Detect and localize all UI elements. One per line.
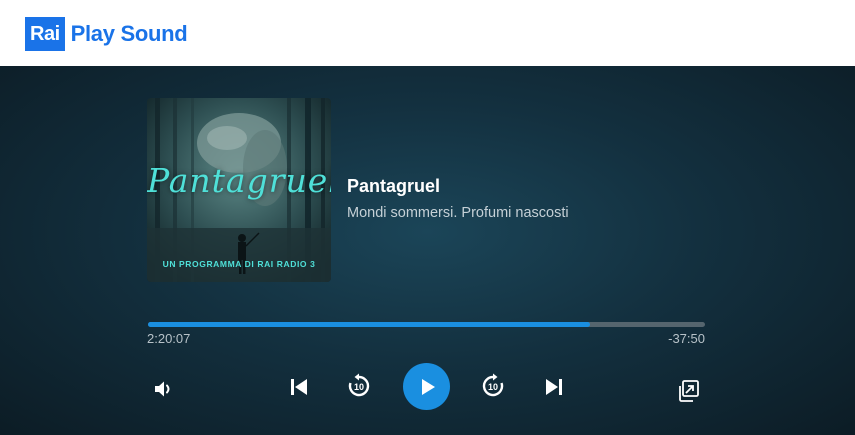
play-icon: [421, 378, 435, 395]
remaining-time: -37:50: [668, 331, 705, 346]
popout-icon: [679, 380, 699, 402]
next-button[interactable]: [541, 375, 567, 399]
cover-art: Pantagruel UN PROGRAMMA DI RAI RADIO 3: [147, 98, 331, 282]
top-bar: Rai Play Sound: [0, 0, 855, 66]
forward-10-icon: 10: [482, 373, 504, 397]
popout-button[interactable]: [674, 378, 702, 404]
forward-10-label: 10: [488, 382, 498, 392]
raiplaysound-logo[interactable]: Rai Play Sound: [25, 17, 188, 51]
cover-title: Pantagruel: [147, 161, 331, 200]
rewind-10-button[interactable]: 10: [345, 372, 373, 400]
volume-button[interactable]: [150, 376, 178, 402]
logo-text: Play Sound: [70, 21, 188, 46]
progress-bar[interactable]: [148, 322, 705, 327]
skip-previous-icon: [291, 379, 307, 395]
progress-fill: [148, 322, 591, 327]
speaker-icon: [155, 381, 170, 397]
rewind-10-icon: 10: [348, 373, 370, 397]
audio-player: Pantagruel UN PROGRAMMA DI RAI RADIO 3 P…: [0, 66, 855, 435]
forward-10-button[interactable]: 10: [479, 372, 507, 400]
cover-subtitle: UN PROGRAMMA DI RAI RADIO 3: [162, 259, 316, 269]
play-button[interactable]: [403, 363, 450, 410]
rewind-10-label: 10: [354, 382, 364, 392]
elapsed-time: 2:20:07: [147, 331, 191, 346]
previous-button[interactable]: [286, 375, 312, 399]
track-title: Pantagruel: [347, 176, 441, 196]
track-subtitle: Mondi sommersi. Profumi nascosti: [347, 205, 569, 221]
logo-rai-box: Rai: [25, 17, 65, 51]
skip-next-icon: [546, 379, 562, 395]
